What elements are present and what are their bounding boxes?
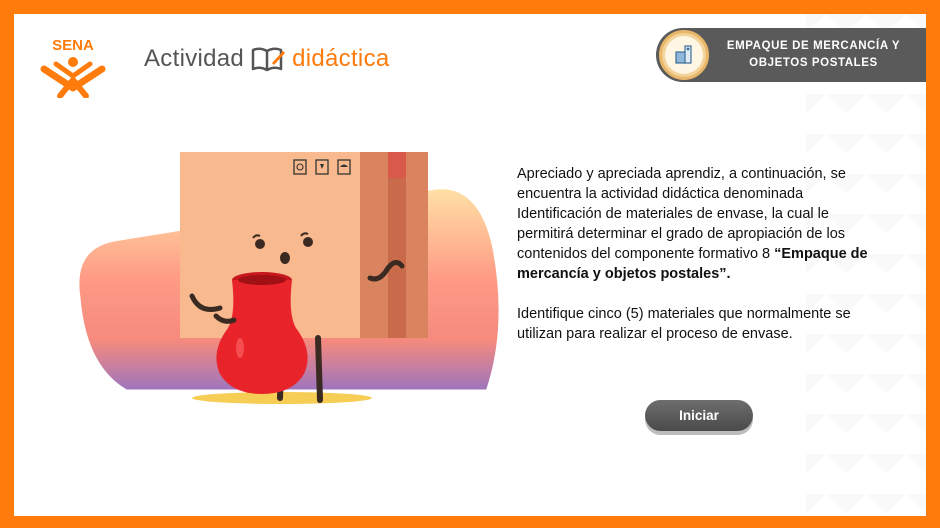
box-character-illustration — [74, 152, 504, 404]
sena-logo: SENA — [40, 37, 106, 98]
activity-description: Apreciado y apreciada aprendiz, a contin… — [517, 164, 887, 344]
intro-paragraph: Apreciado y apreciada aprendiz, a contin… — [517, 164, 887, 284]
module-label: EMPAQUE DE MERCANCÍA Y OBJETOS POSTALES — [709, 38, 926, 72]
module-label-line1: EMPAQUE DE MERCANCÍA Y — [726, 40, 901, 52]
instruction-paragraph: Identifique cinco (5) materiales que nor… — [517, 306, 851, 342]
activity-frame: SENA Actividad didáctica EMPAQUE DE MERC… — [14, 14, 926, 516]
activity-title: Actividad didáctica — [144, 42, 390, 76]
book-pencil-icon — [251, 47, 286, 72]
module-badge: EMPAQUE DE MERCANCÍA Y OBJETOS POSTALES — [656, 28, 926, 82]
start-button[interactable]: Iniciar — [645, 400, 753, 431]
activity-title-accent: didáctica — [292, 45, 390, 72]
module-label-line2: OBJETOS POSTALES — [749, 57, 878, 69]
sena-logo-text: SENA — [52, 37, 94, 54]
module-icon-circle — [659, 30, 709, 80]
module-icon — [675, 45, 692, 64]
activity-title-word: Actividad — [144, 45, 245, 72]
